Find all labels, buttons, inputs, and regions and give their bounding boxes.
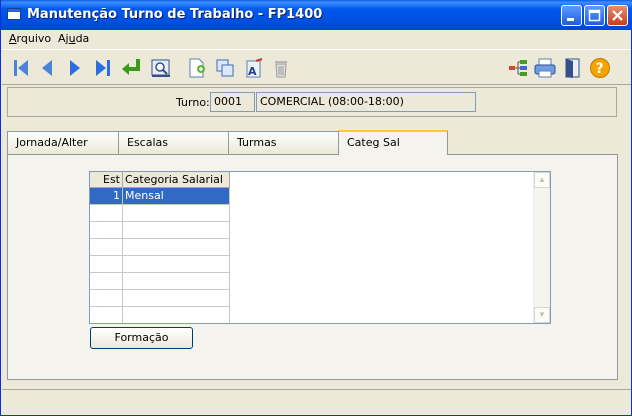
tab-bar: Jornada/Alter Escalas Turmas Categ Sal xyxy=(7,130,618,155)
turno-label: Turno: xyxy=(176,96,210,109)
new-document-button[interactable] xyxy=(184,55,210,81)
window-title: Manutenção Turno de Trabalho - FP1400 xyxy=(27,7,323,22)
previous-record-button[interactable] xyxy=(34,55,60,81)
next-record-button[interactable] xyxy=(62,55,88,81)
cell-empty[interactable] xyxy=(90,205,123,222)
maximize-icon xyxy=(588,9,601,22)
cell-empty[interactable] xyxy=(123,239,230,256)
cell-empty[interactable] xyxy=(123,222,230,239)
vertical-scrollbar[interactable]: ▲ ▼ xyxy=(533,172,550,323)
cell-empty[interactable] xyxy=(90,290,123,307)
delete-button[interactable] xyxy=(268,55,294,81)
tree-structure-button[interactable] xyxy=(505,55,531,81)
cell-est[interactable]: 1 xyxy=(90,188,123,205)
copy-button[interactable] xyxy=(212,55,238,81)
turno-panel: Turno: 0001 COMERCIAL (08:00-18:00) xyxy=(7,87,617,117)
menu-bar: Arquivo Ajuda xyxy=(2,30,631,48)
minimize-button[interactable] xyxy=(561,5,582,26)
print-icon xyxy=(534,58,556,78)
cell-empty[interactable] xyxy=(123,205,230,222)
help-button[interactable]: ? xyxy=(587,55,613,81)
menu-ajuda-prefix: Aj xyxy=(58,32,69,45)
formacao-button[interactable]: Formação xyxy=(90,327,193,349)
cell-empty[interactable] xyxy=(90,273,123,290)
search-button[interactable] xyxy=(148,55,174,81)
search-icon xyxy=(151,59,170,77)
tree-structure-icon xyxy=(509,60,527,76)
confirm-icon xyxy=(122,59,140,75)
close-icon xyxy=(612,10,623,21)
menu-arquivo-rest: rquivo xyxy=(16,32,52,45)
tab-jornada-alter[interactable]: Jornada/Alter xyxy=(7,131,119,154)
new-document-icon xyxy=(189,58,205,78)
turno-description-field[interactable]: COMERCIAL (08:00-18:00) xyxy=(256,92,476,112)
menu-ajuda[interactable]: Ajuda xyxy=(58,32,89,45)
delete-trash-icon xyxy=(275,61,287,78)
cell-empty[interactable] xyxy=(123,307,230,323)
cell-empty[interactable] xyxy=(123,273,230,290)
grid-header-categoria[interactable]: Categoria Salarial xyxy=(123,172,230,188)
window-app-icon xyxy=(7,8,21,20)
table-row[interactable]: 1 Mensal xyxy=(90,188,230,205)
menu-arquivo[interactable]: Arquivo xyxy=(9,32,51,45)
tab-categ-sal[interactable]: Categ Sal xyxy=(338,130,448,155)
first-record-button[interactable] xyxy=(8,55,34,81)
scroll-up-icon[interactable]: ▲ xyxy=(534,172,550,188)
cell-categoria[interactable]: Mensal xyxy=(123,188,230,205)
table-row-empty[interactable] xyxy=(90,205,230,222)
first-record-icon xyxy=(14,60,28,76)
cell-empty[interactable] xyxy=(90,307,123,323)
help-icon: ? xyxy=(590,58,610,78)
menu-ajuda-hotkey: u xyxy=(68,32,76,45)
title-bar[interactable]: Manutenção Turno de Trabalho - FP1400 xyxy=(1,0,632,30)
svg-text:A: A xyxy=(248,65,257,78)
menu-ajuda-rest: da xyxy=(75,32,90,45)
main-window: Manutenção Turno de Trabalho - FP1400 Ar… xyxy=(0,0,632,416)
last-record-button[interactable] xyxy=(90,55,116,81)
svg-text:?: ? xyxy=(596,61,604,77)
table-row-empty[interactable] xyxy=(90,307,230,323)
exit-button[interactable] xyxy=(559,55,585,81)
menu-arquivo-hotkey: A xyxy=(9,32,17,45)
turno-code-field[interactable]: 0001 xyxy=(210,92,255,112)
confirm-button[interactable] xyxy=(118,55,144,81)
table-row-empty[interactable] xyxy=(90,256,230,273)
edit-text-icon: A xyxy=(246,58,263,78)
tab-turmas[interactable]: Turmas xyxy=(228,131,339,154)
table-row-empty[interactable] xyxy=(90,239,230,256)
copy-icon xyxy=(216,59,234,77)
grid-header-est[interactable]: Est xyxy=(90,172,123,188)
minimize-icon xyxy=(567,18,574,21)
edit-text-button[interactable]: A xyxy=(240,55,266,81)
categoria-salarial-grid[interactable]: Est Categoria Salarial 1 Mensal ▲ ▼ xyxy=(89,171,551,324)
cell-empty[interactable] xyxy=(123,290,230,307)
cell-empty[interactable] xyxy=(90,256,123,273)
status-bar xyxy=(2,389,631,414)
exit-door-icon xyxy=(565,58,580,78)
previous-record-icon xyxy=(42,60,52,76)
cell-empty[interactable] xyxy=(90,222,123,239)
toolbar: A ? xyxy=(2,49,631,85)
scroll-down-icon[interactable]: ▼ xyxy=(534,307,550,323)
table-row-empty[interactable] xyxy=(90,273,230,290)
last-record-icon xyxy=(96,60,110,76)
close-button[interactable] xyxy=(607,5,628,26)
table-row-empty[interactable] xyxy=(90,290,230,307)
tab-escalas[interactable]: Escalas xyxy=(118,131,229,154)
cell-empty[interactable] xyxy=(123,256,230,273)
maximize-button[interactable] xyxy=(584,5,605,26)
table-row-empty[interactable] xyxy=(90,222,230,239)
cell-empty[interactable] xyxy=(90,239,123,256)
print-button[interactable] xyxy=(532,55,558,81)
next-record-icon xyxy=(70,60,80,76)
